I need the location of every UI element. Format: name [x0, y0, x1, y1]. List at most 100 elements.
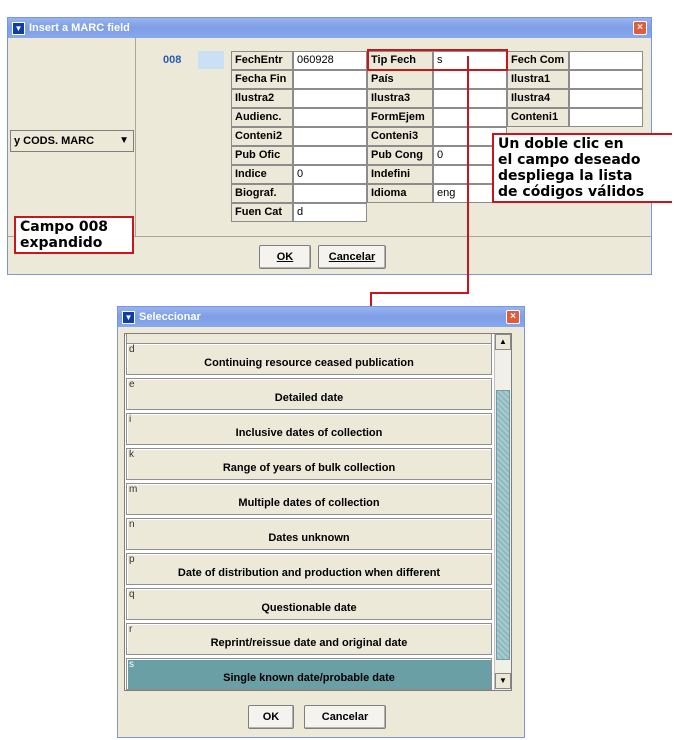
field-fechentr[interactable]: 060928	[293, 51, 367, 70]
expanded-field-callout: Campo 008 expandido	[14, 216, 134, 254]
item-label: Reprint/reissue date and original date	[210, 637, 408, 649]
label-pub-ofic: Pub Ofic	[231, 146, 293, 165]
item-code: s	[129, 659, 134, 670]
item-label: Inclusive dates of collection	[235, 427, 383, 439]
item-code: i	[129, 414, 132, 425]
label-ilustra3: Ilustra3	[367, 89, 433, 108]
item-code: r	[129, 624, 133, 635]
dropdown-value: y CODS. MARC	[14, 135, 95, 147]
label-ilustra4: Ilustra4	[507, 89, 569, 108]
marc-codes-dropdown[interactable]: y CODS. MARC ▼	[10, 130, 134, 152]
item-code: q	[129, 589, 135, 600]
field-biograf[interactable]	[293, 184, 367, 203]
field-tag: 008	[163, 54, 182, 66]
arrow-up-icon: ▲	[499, 337, 507, 346]
label-fecha-fin: Fecha Fin	[231, 70, 293, 89]
item-label: Date of distribution and production when…	[177, 567, 441, 579]
label-ilustra2: Ilustra2	[231, 89, 293, 108]
label-biograf: Biograf.	[231, 184, 293, 203]
field-tag-indicator	[198, 51, 224, 69]
item-code: n	[129, 519, 135, 530]
item-label: Multiple dates of collection	[238, 497, 380, 509]
tip-fech-highlight	[367, 49, 508, 71]
connector-line	[370, 292, 469, 294]
field-ilustra2[interactable]	[293, 89, 367, 108]
select-dialog-titlebar: ▼ Seleccionar ×	[118, 307, 524, 327]
connector-line	[467, 56, 469, 294]
list-item[interactable]: e Detailed date	[126, 378, 492, 410]
label-audienc: Audienc.	[231, 108, 293, 127]
list-item[interactable]: d Continuing resource ceased publication	[126, 343, 492, 375]
select-ok-button[interactable]: OK	[248, 705, 294, 729]
item-label: Single known date/probable date	[223, 672, 395, 684]
callout-line: expandido	[20, 235, 103, 251]
list-item[interactable]: r Reprint/reissue date and original date	[126, 623, 492, 655]
field-ilustra3[interactable]	[433, 89, 507, 108]
list-item[interactable]: n Dates unknown	[126, 518, 492, 550]
ok-button[interactable]: OK	[259, 245, 311, 269]
field-ilustra4[interactable]	[569, 89, 643, 108]
item-label: Range of years of bulk collection	[222, 462, 396, 474]
arrow-down-icon: ▼	[499, 676, 507, 685]
select-cancel-button[interactable]: Cancelar	[304, 705, 386, 729]
callout-line: de códigos válidos	[498, 184, 645, 200]
field-formejem[interactable]	[433, 108, 507, 127]
chevron-down-icon: ▼	[119, 135, 129, 146]
list-item[interactable]: p Date of distribution and production whe…	[126, 553, 492, 585]
marc-dialog-title: Insert a MARC field	[29, 22, 130, 34]
item-code: e	[129, 379, 135, 390]
select-dialog-title: Seleccionar	[139, 311, 201, 323]
item-label: Detailed date	[274, 392, 344, 404]
field-fecha-fin[interactable]	[293, 70, 367, 89]
list-item[interactable]: m Multiple dates of collection	[126, 483, 492, 515]
field-fuen-cat[interactable]: d	[293, 203, 367, 222]
label-formejem: FormEjem	[367, 108, 433, 127]
connector-line	[370, 292, 372, 306]
item-label: Questionable date	[261, 602, 357, 614]
close-icon[interactable]: ×	[506, 310, 520, 324]
label-conteni1: Conteni1	[507, 108, 569, 127]
label-fechentr: FechEntr	[231, 51, 293, 70]
label-fech-com: Fech Com	[507, 51, 569, 70]
marc-dialog-titlebar: ▼ Insert a MARC field ×	[8, 18, 651, 38]
item-label: Continuing resource ceased publication	[204, 357, 414, 369]
list-item-selected[interactable]: s Single known date/probable date	[126, 658, 492, 690]
field-pais[interactable]	[433, 70, 507, 89]
list-item[interactable]: q Questionable date	[126, 588, 492, 620]
field-conteni1[interactable]	[569, 108, 643, 127]
double-click-hint-callout: Un doble clic en el campo deseado despli…	[492, 133, 672, 203]
app-icon: ▼	[12, 21, 25, 35]
app-icon: ▼	[122, 310, 135, 324]
field-fech-com[interactable]	[569, 51, 643, 70]
label-fuen-cat: Fuen Cat	[231, 203, 293, 222]
field-conteni2[interactable]	[293, 127, 367, 146]
field-indice[interactable]: 0	[293, 165, 367, 184]
scroll-thumb[interactable]	[496, 390, 510, 660]
label-pais: País	[367, 70, 433, 89]
field-pub-ofic[interactable]	[293, 146, 367, 165]
label-idioma: Idioma	[367, 184, 433, 203]
field-ilustra1[interactable]	[569, 70, 643, 89]
label-indice: Indice	[231, 165, 293, 184]
callout-line: Campo 008	[20, 219, 109, 235]
list-item[interactable]: k Range of years of bulk collection	[126, 448, 492, 480]
callout-line: el campo deseado	[498, 152, 641, 168]
label-conteni2: Conteni2	[231, 127, 293, 146]
label-indefini: Indefini	[367, 165, 433, 184]
callout-line: Un doble clic en	[498, 136, 624, 152]
item-code: d	[129, 344, 135, 355]
cancel-button[interactable]: Cancelar	[318, 245, 386, 269]
item-label: Dates unknown	[268, 532, 350, 544]
scroll-up-button[interactable]: ▲	[495, 334, 511, 350]
close-icon[interactable]: ×	[633, 21, 647, 35]
field-audienc[interactable]	[293, 108, 367, 127]
item-code: m	[129, 484, 138, 495]
callout-line: despliega la lista	[498, 168, 633, 184]
scroll-down-button[interactable]: ▼	[495, 673, 511, 689]
item-code: p	[129, 554, 135, 565]
scrollbar[interactable]: ▲ ▼	[494, 334, 511, 690]
item-code: k	[129, 449, 134, 460]
list-item[interactable]: i Inclusive dates of collection	[126, 413, 492, 445]
label-conteni3: Conteni3	[367, 127, 433, 146]
label-pub-cong: Pub Cong	[367, 146, 433, 165]
